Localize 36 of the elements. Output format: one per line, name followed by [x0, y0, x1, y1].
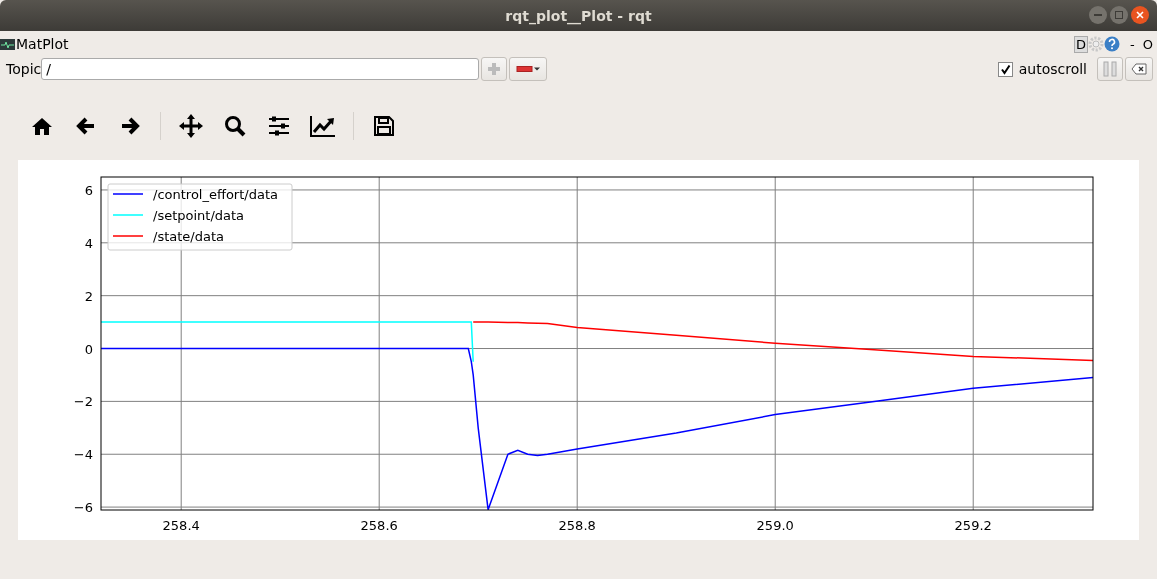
x-tick-label: 259.0 — [756, 518, 794, 533]
autoscroll-checkbox[interactable] — [997, 61, 1013, 77]
legend-label: /control_effort/data — [153, 187, 278, 202]
legend-label: /state/data — [153, 229, 224, 244]
clear-button[interactable] — [1125, 57, 1153, 81]
plugin-title: MatPlot — [16, 36, 69, 52]
backspace-icon — [1131, 63, 1147, 75]
y-tick-label: −2 — [73, 394, 93, 410]
y-tick-label: −6 — [73, 500, 93, 516]
close-button[interactable] — [1131, 6, 1149, 24]
remove-dropdown-button[interactable] — [509, 57, 548, 81]
y-tick-label: 2 — [84, 288, 93, 304]
plot-monitor-icon — [0, 38, 15, 50]
square-icon — [1115, 11, 1123, 19]
y-tick-label: 0 — [84, 341, 93, 357]
pause-icon — [1103, 61, 1117, 77]
topic-label: Topic — [6, 61, 42, 77]
legend-label: /setpoint/data — [153, 208, 245, 223]
x-tick-label: 258.6 — [360, 518, 398, 533]
x-tick-label: 259.2 — [954, 518, 992, 533]
window-title: rqt_plot__Plot - rqt — [505, 7, 652, 24]
topic-field[interactable]: / — [41, 58, 480, 80]
y-tick-label: 6 — [84, 182, 93, 198]
help-icon[interactable] — [1104, 36, 1121, 52]
x-tick-label: 258.8 — [558, 518, 596, 533]
y-tick-label: −4 — [73, 447, 93, 463]
hide-label[interactable]: - — [1130, 36, 1135, 52]
close-label[interactable]: O — [1142, 36, 1153, 52]
close-icon — [1136, 11, 1144, 19]
plus-icon — [486, 61, 503, 77]
dock-button[interactable]: D — [1074, 35, 1089, 53]
y-tick-label: 4 — [84, 235, 93, 251]
minus-dropdown-icon — [515, 64, 542, 74]
x-tick-label: 258.4 — [162, 518, 200, 533]
minus-icon — [1094, 11, 1102, 19]
autoscroll-label: autoscroll — [1018, 61, 1087, 77]
